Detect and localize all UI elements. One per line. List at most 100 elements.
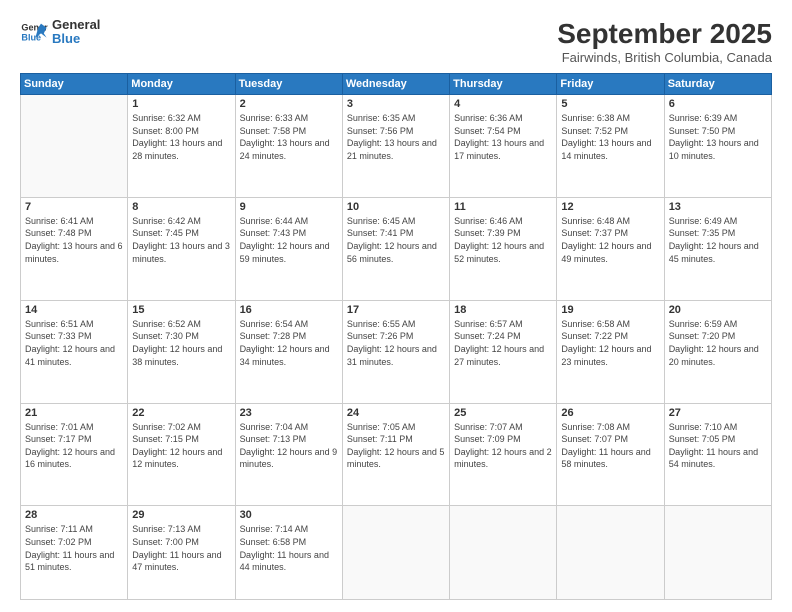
calendar-cell: 11 Sunrise: 6:46 AMSunset: 7:39 PMDayligh… [450, 197, 557, 300]
day-number: 14 [25, 304, 123, 316]
day-info: Sunrise: 6:51 AMSunset: 7:33 PMDaylight:… [25, 318, 123, 368]
calendar-cell: 26 Sunrise: 7:08 AMSunset: 7:07 PMDayligh… [557, 403, 664, 506]
day-info: Sunrise: 6:42 AMSunset: 7:45 PMDaylight:… [132, 215, 230, 265]
day-info: Sunrise: 7:10 AMSunset: 7:05 PMDaylight:… [669, 421, 767, 471]
calendar-cell: 2Sunrise: 6:33 AMSunset: 7:58 PMDaylight… [235, 95, 342, 198]
day-info: Sunrise: 6:57 AMSunset: 7:24 PMDaylight:… [454, 318, 552, 368]
day-info: Sunrise: 7:08 AMSunset: 7:07 PMDaylight:… [561, 421, 659, 471]
calendar-cell: 6Sunrise: 6:39 AMSunset: 7:50 PMDaylight… [664, 95, 771, 198]
calendar-cell: 27 Sunrise: 7:10 AMSunset: 7:05 PMDayligh… [664, 403, 771, 506]
calendar-cell: 20 Sunrise: 6:59 AMSunset: 7:20 PMDayligh… [664, 300, 771, 403]
day-number: 17 [347, 304, 445, 316]
calendar-cell: 18 Sunrise: 6:57 AMSunset: 7:24 PMDayligh… [450, 300, 557, 403]
day-number: 11 [454, 201, 552, 213]
calendar-cell [664, 506, 771, 600]
logo-icon: General Blue [20, 18, 48, 46]
day-info: Sunrise: 7:02 AMSunset: 7:15 PMDaylight:… [132, 421, 230, 471]
day-number: 22 [132, 407, 230, 419]
day-number: 4 [454, 98, 552, 110]
day-number: 28 [25, 509, 123, 521]
day-info: Sunrise: 7:07 AMSunset: 7:09 PMDaylight:… [454, 421, 552, 471]
day-number: 19 [561, 304, 659, 316]
header: General Blue General Blue September 2025… [20, 18, 772, 65]
day-number: 7 [25, 201, 123, 213]
day-info: Sunrise: 6:55 AMSunset: 7:26 PMDaylight:… [347, 318, 445, 368]
day-number: 27 [669, 407, 767, 419]
calendar-cell: 21Sunrise: 7:01 AMSunset: 7:17 PMDayligh… [21, 403, 128, 506]
header-saturday: Saturday [664, 74, 771, 95]
day-number: 18 [454, 304, 552, 316]
header-monday: Monday [128, 74, 235, 95]
location: Fairwinds, British Columbia, Canada [557, 50, 772, 65]
logo-general: General [52, 18, 100, 32]
week-row-4: 28 Sunrise: 7:11 AMSunset: 7:02 PMDayligh… [21, 506, 772, 600]
day-number: 6 [669, 98, 767, 110]
day-number: 23 [240, 407, 338, 419]
day-number: 20 [669, 304, 767, 316]
day-info: Sunrise: 6:58 AMSunset: 7:22 PMDaylight:… [561, 318, 659, 368]
calendar-cell: 5 Sunrise: 6:38 AMSunset: 7:52 PMDaylight… [557, 95, 664, 198]
day-info: Sunrise: 6:36 AMSunset: 7:54 PMDaylight:… [454, 112, 552, 162]
day-info: Sunrise: 6:44 AMSunset: 7:43 PMDaylight:… [240, 215, 338, 265]
calendar-cell: 10 Sunrise: 6:45 AMSunset: 7:41 PMDayligh… [342, 197, 449, 300]
day-info: Sunrise: 6:48 AMSunset: 7:37 PMDaylight:… [561, 215, 659, 265]
calendar-cell: 9 Sunrise: 6:44 AMSunset: 7:43 PMDaylight… [235, 197, 342, 300]
day-number: 16 [240, 304, 338, 316]
calendar-cell: 7Sunrise: 6:41 AMSunset: 7:48 PMDaylight… [21, 197, 128, 300]
calendar-cell: 28 Sunrise: 7:11 AMSunset: 7:02 PMDayligh… [21, 506, 128, 600]
calendar-cell: 17 Sunrise: 6:55 AMSunset: 7:26 PMDayligh… [342, 300, 449, 403]
calendar-cell: 29Sunrise: 7:13 AMSunset: 7:00 PMDayligh… [128, 506, 235, 600]
calendar-cell: 22 Sunrise: 7:02 AMSunset: 7:15 PMDayligh… [128, 403, 235, 506]
day-number: 15 [132, 304, 230, 316]
day-number: 12 [561, 201, 659, 213]
month-title: September 2025 [557, 18, 772, 50]
day-info: Sunrise: 6:33 AMSunset: 7:58 PMDaylight:… [240, 112, 338, 162]
day-number: 21 [25, 407, 123, 419]
day-info: Sunrise: 7:05 AMSunset: 7:11 PMDaylight:… [347, 421, 445, 471]
logo: General Blue General Blue [20, 18, 100, 47]
day-info: Sunrise: 7:04 AMSunset: 7:13 PMDaylight:… [240, 421, 338, 471]
day-info: Sunrise: 6:52 AMSunset: 7:30 PMDaylight:… [132, 318, 230, 368]
calendar-cell: 25Sunrise: 7:07 AMSunset: 7:09 PMDayligh… [450, 403, 557, 506]
day-info: Sunrise: 7:14 AMSunset: 6:58 PMDaylight:… [240, 523, 338, 573]
day-number: 8 [132, 201, 230, 213]
day-number: 5 [561, 98, 659, 110]
day-info: Sunrise: 6:46 AMSunset: 7:39 PMDaylight:… [454, 215, 552, 265]
day-info: Sunrise: 6:38 AMSunset: 7:52 PMDaylight:… [561, 112, 659, 162]
header-thursday: Thursday [450, 74, 557, 95]
day-number: 3 [347, 98, 445, 110]
calendar: Sunday Monday Tuesday Wednesday Thursday… [20, 73, 772, 600]
week-row-1: 7Sunrise: 6:41 AMSunset: 7:48 PMDaylight… [21, 197, 772, 300]
day-info: Sunrise: 6:49 AMSunset: 7:35 PMDaylight:… [669, 215, 767, 265]
day-info: Sunrise: 7:11 AMSunset: 7:02 PMDaylight:… [25, 523, 123, 573]
calendar-cell [450, 506, 557, 600]
header-friday: Friday [557, 74, 664, 95]
logo-blue: Blue [52, 32, 100, 46]
calendar-cell: 30 Sunrise: 7:14 AMSunset: 6:58 PMDayligh… [235, 506, 342, 600]
calendar-cell: 1Sunrise: 6:32 AMSunset: 8:00 PMDaylight… [128, 95, 235, 198]
week-row-3: 21Sunrise: 7:01 AMSunset: 7:17 PMDayligh… [21, 403, 772, 506]
calendar-cell: 15 Sunrise: 6:52 AMSunset: 7:30 PMDayligh… [128, 300, 235, 403]
day-number: 13 [669, 201, 767, 213]
calendar-cell: 23 Sunrise: 7:04 AMSunset: 7:13 PMDayligh… [235, 403, 342, 506]
calendar-cell: 13 Sunrise: 6:49 AMSunset: 7:35 PMDayligh… [664, 197, 771, 300]
calendar-cell: 16Sunrise: 6:54 AMSunset: 7:28 PMDayligh… [235, 300, 342, 403]
day-info: Sunrise: 6:35 AMSunset: 7:56 PMDaylight:… [347, 112, 445, 162]
header-wednesday: Wednesday [342, 74, 449, 95]
day-number: 30 [240, 509, 338, 521]
day-number: 29 [132, 509, 230, 521]
day-number: 26 [561, 407, 659, 419]
calendar-cell [557, 506, 664, 600]
calendar-cell [21, 95, 128, 198]
weekday-header-row: Sunday Monday Tuesday Wednesday Thursday… [21, 74, 772, 95]
week-row-2: 14 Sunrise: 6:51 AMSunset: 7:33 PMDayligh… [21, 300, 772, 403]
day-info: Sunrise: 6:45 AMSunset: 7:41 PMDaylight:… [347, 215, 445, 265]
calendar-cell [342, 506, 449, 600]
day-number: 1 [132, 98, 230, 110]
day-info: Sunrise: 6:59 AMSunset: 7:20 PMDaylight:… [669, 318, 767, 368]
day-number: 9 [240, 201, 338, 213]
day-number: 10 [347, 201, 445, 213]
calendar-cell: 14 Sunrise: 6:51 AMSunset: 7:33 PMDayligh… [21, 300, 128, 403]
calendar-cell: 4 Sunrise: 6:36 AMSunset: 7:54 PMDaylight… [450, 95, 557, 198]
calendar-cell: 8 Sunrise: 6:42 AMSunset: 7:45 PMDaylight… [128, 197, 235, 300]
